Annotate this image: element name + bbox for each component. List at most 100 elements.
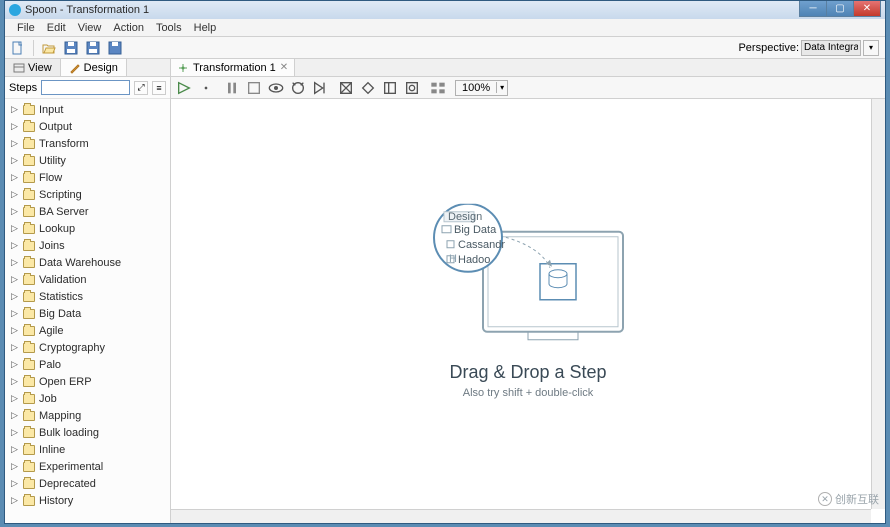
expand-icon[interactable]: ▷	[11, 172, 19, 183]
expand-icon[interactable]: ▷	[11, 461, 19, 472]
view-icon	[13, 62, 25, 74]
tree-item[interactable]: ▷Utility	[5, 152, 170, 169]
save-as-button[interactable]	[84, 39, 102, 57]
impact-button[interactable]	[359, 79, 377, 97]
save-db-button[interactable]	[106, 39, 124, 57]
steps-tree[interactable]: ▷Input▷Output▷Transform▷Utility▷Flow▷Scr…	[5, 99, 170, 523]
menu-edit[interactable]: Edit	[41, 20, 72, 36]
expand-icon[interactable]: ▷	[11, 444, 19, 455]
tree-item[interactable]: ▷Agile	[5, 322, 170, 339]
tree-item[interactable]: ▷Flow	[5, 169, 170, 186]
expand-icon[interactable]: ▷	[11, 189, 19, 200]
canvas-tab[interactable]: Transformation 1 ✕	[171, 59, 295, 76]
open-button[interactable]	[40, 39, 58, 57]
hint-illustration: Design Big Data Cassandr H Hadoo	[428, 204, 628, 344]
expand-icon[interactable]: ▷	[11, 104, 19, 115]
menu-view[interactable]: View	[72, 20, 108, 36]
expand-icon[interactable]: ▷	[11, 155, 19, 166]
tree-item-label: Output	[39, 121, 72, 133]
replay-button[interactable]	[311, 79, 329, 97]
expand-icon[interactable]: ▷	[11, 359, 19, 370]
collapse-all-button[interactable]: ≡	[152, 81, 166, 95]
menu-help[interactable]: Help	[188, 20, 223, 36]
check-button[interactable]	[337, 79, 355, 97]
tree-item[interactable]: ▷ Validation	[5, 271, 170, 288]
tree-item[interactable]: ▷Mapping	[5, 407, 170, 424]
tree-item[interactable]: ▷Palo	[5, 356, 170, 373]
expand-icon[interactable]: ▷	[11, 291, 19, 302]
minimize-button[interactable]: ─	[799, 1, 827, 17]
expand-icon[interactable]: ▷	[11, 138, 19, 149]
tree-item[interactable]: ▷Cryptography	[5, 339, 170, 356]
tab-close-icon[interactable]: ✕	[280, 62, 288, 73]
run-button[interactable]	[175, 79, 193, 97]
vertical-scrollbar[interactable]	[871, 99, 885, 509]
new-file-button[interactable]	[9, 39, 27, 57]
zoom-selector[interactable]: 100% ▾	[455, 80, 508, 96]
transformation-icon	[177, 62, 189, 74]
tree-item[interactable]: ▷Lookup	[5, 220, 170, 237]
expand-icon[interactable]: ▷	[11, 376, 19, 387]
tree-item-label: Transform	[39, 138, 89, 150]
tree-item[interactable]: ▷Joins	[5, 237, 170, 254]
tree-item[interactable]: ▷Open ERP	[5, 373, 170, 390]
run-options-button[interactable]	[197, 79, 215, 97]
tree-item[interactable]: ▷ Output	[5, 118, 170, 135]
steps-search-input[interactable]	[41, 80, 130, 95]
expand-icon[interactable]: ▷	[11, 325, 19, 336]
pause-button[interactable]	[223, 79, 241, 97]
menu-action[interactable]: Action	[107, 20, 150, 36]
debug-button[interactable]	[289, 79, 307, 97]
perspective-dropdown[interactable]: ▾	[863, 40, 879, 56]
save-button[interactable]	[62, 39, 80, 57]
tree-item[interactable]: ▷Job	[5, 390, 170, 407]
perspective-value[interactable]	[801, 40, 861, 56]
horizontal-scrollbar[interactable]	[171, 509, 871, 523]
maximize-button[interactable]: ▢	[826, 1, 854, 17]
tree-item[interactable]: ▷ Inline	[5, 441, 170, 458]
zoom-dropdown-icon[interactable]: ▾	[496, 82, 507, 93]
tree-item[interactable]: ▷Experimental	[5, 458, 170, 475]
sql-button[interactable]	[381, 79, 399, 97]
app-window: Spoon - Transformation 1 ─ ▢ ✕ File Edit…	[4, 0, 886, 524]
expand-icon[interactable]: ▷	[11, 478, 19, 489]
menu-file[interactable]: File	[11, 20, 41, 36]
expand-all-button[interactable]: ⤢	[134, 81, 148, 95]
expand-icon[interactable]: ▷	[11, 240, 19, 251]
close-button[interactable]: ✕	[853, 1, 881, 17]
tree-item[interactable]: ▷BA Server	[5, 203, 170, 220]
tree-item[interactable]: ▷Statistics	[5, 288, 170, 305]
expand-icon[interactable]: ▷	[11, 410, 19, 421]
tree-item[interactable]: ▷History	[5, 492, 170, 509]
expand-icon[interactable]: ▷	[11, 427, 19, 438]
stop-button[interactable]	[245, 79, 263, 97]
tree-item-label: Validation	[39, 274, 87, 286]
folder-icon	[23, 462, 35, 472]
tree-item[interactable]: ▷Scripting	[5, 186, 170, 203]
show-results-button[interactable]	[429, 79, 447, 97]
menu-tools[interactable]: Tools	[150, 20, 188, 36]
tree-item[interactable]: ▷Bulk loading	[5, 424, 170, 441]
expand-icon[interactable]: ▷	[11, 223, 19, 234]
expand-icon[interactable]: ▷	[11, 342, 19, 353]
preview-button[interactable]	[267, 79, 285, 97]
folder-icon	[23, 105, 35, 115]
expand-icon[interactable]: ▷	[11, 308, 19, 319]
expand-icon[interactable]: ▷	[11, 495, 19, 506]
expand-icon[interactable]: ▷	[11, 206, 19, 217]
tree-item[interactable]: ▷Big Data	[5, 305, 170, 322]
tree-item[interactable]: ▷Data Warehouse	[5, 254, 170, 271]
tree-item[interactable]: ▷Deprecated	[5, 475, 170, 492]
tree-item-label: Inline	[39, 444, 65, 456]
expand-icon[interactable]: ▷	[11, 393, 19, 404]
tree-item[interactable]: ▷ Transform	[5, 135, 170, 152]
tab-view[interactable]: View	[5, 59, 61, 76]
expand-icon[interactable]: ▷	[11, 121, 19, 132]
expand-icon[interactable]: ▷	[11, 257, 19, 268]
explore-button[interactable]	[403, 79, 421, 97]
expand-icon[interactable]: ▷	[11, 274, 19, 285]
tab-design[interactable]: Design	[61, 59, 127, 76]
svg-text:Hadoo: Hadoo	[458, 254, 490, 266]
tree-item[interactable]: ▷Input	[5, 101, 170, 118]
canvas[interactable]: Design Big Data Cassandr H Hadoo Drag & …	[171, 99, 885, 523]
